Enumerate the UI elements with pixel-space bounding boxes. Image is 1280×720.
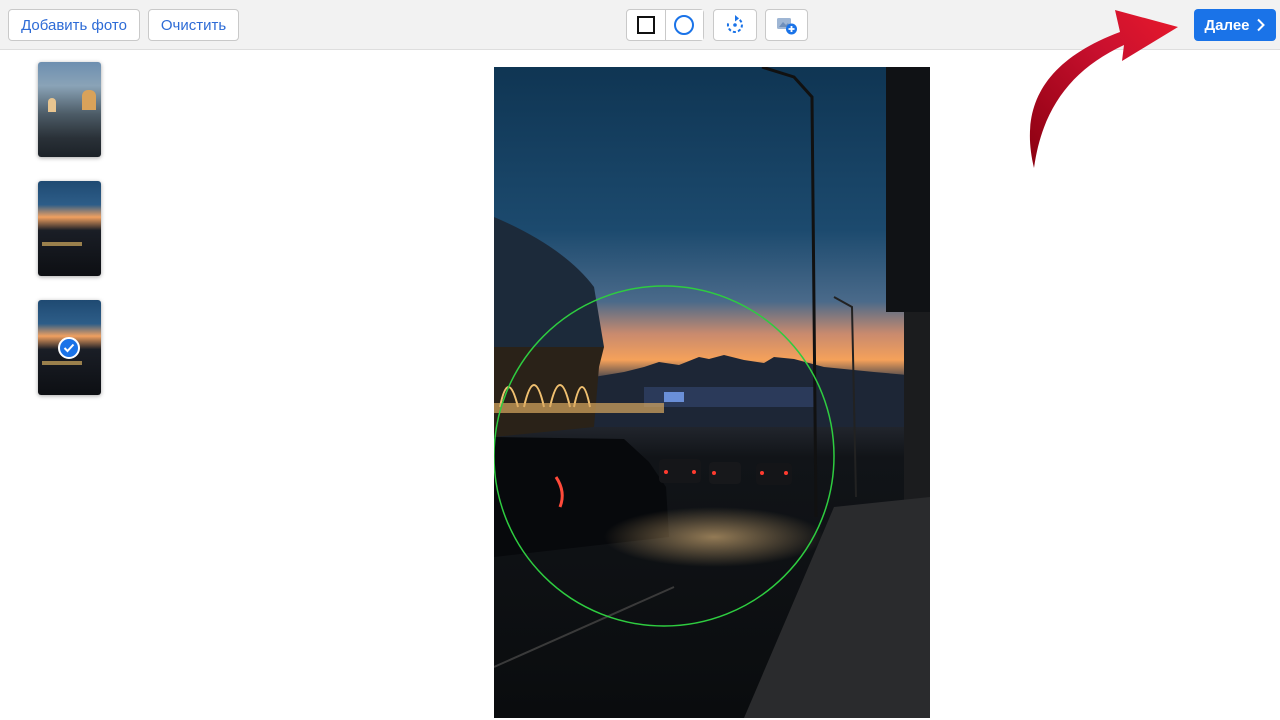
checkmark-icon [63, 343, 75, 353]
photo-image [494, 67, 930, 718]
right-building [886, 67, 930, 312]
clear-button[interactable]: Очистить [148, 9, 239, 41]
selected-badge [58, 337, 80, 359]
photo-thumbnail[interactable] [38, 62, 101, 157]
add-crop-icon [776, 18, 797, 35]
thumbnail-detail [42, 361, 82, 365]
next-button-label: Далее [1204, 16, 1250, 34]
photo-thumbnail[interactable] [38, 181, 101, 276]
square-shape-button[interactable] [627, 10, 666, 40]
thumbnail-detail [48, 98, 56, 112]
thumbnail-detail [42, 242, 82, 246]
rotate-group [713, 9, 757, 41]
left-building-arches [494, 347, 604, 437]
circle-shape-button[interactable] [665, 10, 703, 40]
add-photo-button[interactable]: Добавить фото [8, 9, 140, 41]
circle-shape-icon [674, 15, 695, 35]
next-button[interactable]: Далее [1194, 9, 1276, 41]
rotate-icon [726, 15, 743, 33]
rotate-button[interactable] [714, 10, 756, 40]
photo-canvas[interactable] [494, 67, 930, 718]
square-shape-icon [636, 16, 655, 34]
crop-shape-selector [626, 9, 704, 41]
thumbnail-detail [82, 90, 96, 110]
photo-thumbnail-selected[interactable] [38, 300, 101, 395]
blue-lights [664, 392, 684, 402]
road-reflection [604, 507, 824, 567]
add-crop-group [765, 9, 808, 41]
red-curved-arrow [1029, 10, 1178, 168]
chevron-right-icon [1256, 18, 1265, 32]
add-crop-button[interactable] [766, 10, 807, 40]
